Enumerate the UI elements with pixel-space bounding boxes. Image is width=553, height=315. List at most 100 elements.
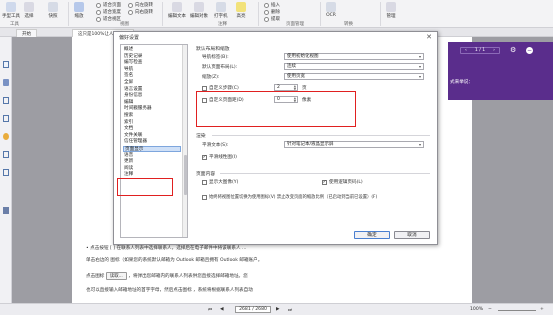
zoom-level[interactable]: 100%	[470, 307, 483, 312]
doc-text-line: 也可以直接输入邮箱地址的首字字母，然后点击图标 ，系统将根据联系人列表自动	[86, 288, 253, 293]
select-tool-label: 选择	[24, 14, 34, 19]
category-item[interactable]: 全屏	[124, 80, 182, 86]
doc-text-line-with-button: 点击图标 读取... ，将弹出您邮箱内的联系人列表供您直接选择邮箱地址。您	[86, 272, 248, 280]
extract-page-option[interactable]: 提取	[264, 16, 280, 22]
gear-icon[interactable]: ⚙	[510, 47, 517, 54]
scrollbar-thumb[interactable]	[183, 155, 188, 195]
default-layout-select[interactable]: 连续 ▾	[284, 63, 424, 70]
security-icon[interactable]	[3, 169, 9, 176]
hand-tool-label: 手型工具	[2, 14, 20, 19]
first-page-icon[interactable]: ⏮	[208, 307, 212, 313]
tab-start[interactable]: 开始	[16, 29, 37, 37]
category-list[interactable]: 概述 历史记录 编写检查 导航 签名 全屏 语言设置 身份信息 编辑 时间戳服务…	[120, 44, 188, 238]
zoom-out-icon[interactable]: −	[488, 307, 492, 312]
cancel-button[interactable]: 取消	[394, 231, 430, 239]
group-label-page-manage: 页面管理	[286, 22, 304, 27]
edit-object-button[interactable]: 编辑对象	[190, 2, 208, 19]
page-number-input[interactable]: 2681 / 2680	[235, 306, 271, 313]
page-navigator[interactable]: ‹ 1 / 1 ›	[460, 47, 500, 54]
zoom-in-icon[interactable]: +	[540, 307, 544, 312]
smooth-text-select[interactable]: 针对笔记本/液晶显示屏 ▾	[284, 141, 424, 148]
read-button[interactable]: 读取...	[105, 272, 127, 280]
zoom-value: 使用页宽	[287, 74, 305, 79]
layers-icon[interactable]	[3, 97, 9, 104]
hand-tool-button[interactable]: 手型工具	[2, 2, 20, 19]
use-logical-page-label: 使用逻辑页码(L)	[329, 180, 363, 185]
rotate-right-option[interactable]: 向右旋转	[128, 9, 153, 15]
tools-icon[interactable]	[3, 207, 9, 214]
ribbon-separator	[380, 2, 381, 26]
fit-visible-option[interactable]: 适合视区	[96, 16, 121, 22]
zoom-select[interactable]: 使用页宽 ▾	[284, 73, 424, 80]
attachment-icon[interactable]	[3, 133, 9, 140]
category-item[interactable]: 文档	[124, 126, 182, 132]
manage-button[interactable]: 管理	[386, 2, 396, 19]
fit-page-option[interactable]: 适合页面	[96, 2, 121, 8]
category-item[interactable]: 历史记录	[124, 54, 182, 60]
checkbox-box[interactable]	[202, 179, 207, 185]
category-item[interactable]: 信任管理器	[124, 139, 182, 145]
panel-text: 式来举说：	[450, 80, 473, 85]
ok-button[interactable]: 确定	[354, 231, 390, 239]
section-title-render: 渲染	[196, 134, 206, 139]
next-page-icon[interactable]: ▶	[276, 307, 280, 312]
prev-page-icon[interactable]: ◀	[220, 307, 224, 312]
signature-icon[interactable]	[3, 151, 9, 158]
smooth-image-checkbox[interactable]: ✓ 平滑线性图(I)	[202, 154, 237, 160]
category-item[interactable]: 签名	[124, 73, 182, 79]
category-item[interactable]: 时间戳服务器	[124, 106, 182, 112]
chevron-down-icon: ▾	[418, 142, 421, 147]
custom-zoom-step-spinner[interactable]: 2 ▲ ▼	[274, 84, 298, 91]
category-item[interactable]: 更新	[124, 159, 182, 165]
doc-text-line: • 点击按钮 [ ] 在联系人列表中选择联系人，选择后在电子邮件中将该联系人 .…	[86, 246, 247, 251]
extract-page-label: 提取	[271, 17, 280, 22]
category-item-selected[interactable]: 页面显示	[123, 146, 181, 153]
category-item[interactable]: 语音	[124, 153, 182, 159]
highlight-button[interactable]: 高亮	[236, 2, 246, 19]
category-item[interactable]: 身份信息	[124, 93, 182, 99]
select-tool-button[interactable]: 选择	[24, 2, 34, 19]
overprint-checkbox[interactable]: 始终将视图位置切换为使用图标(V) 禁止改变页面的缩放比例（已启动到当前已设置）…	[202, 194, 377, 200]
rotate-left-option[interactable]: 向左旋转	[128, 2, 153, 8]
last-page-icon[interactable]: ⏭	[288, 307, 292, 313]
chevron-right-icon[interactable]: ›	[493, 48, 495, 53]
fit-width-option[interactable]: 适合宽度	[96, 9, 121, 15]
zoom-button[interactable]: 缩放	[74, 2, 84, 19]
checkbox-box-checked[interactable]: ✓	[322, 179, 327, 185]
insert-page-option[interactable]: 插入	[264, 2, 280, 8]
category-scrollbar[interactable]	[182, 45, 188, 237]
manage-label: 管理	[386, 14, 396, 19]
category-item[interactable]: 语言设置	[124, 87, 182, 93]
chevron-left-icon[interactable]: ‹	[465, 48, 467, 53]
checkbox-box[interactable]	[202, 85, 207, 91]
ocr-button[interactable]: OCR	[326, 2, 336, 18]
default-layout-label: 默认页面布局(L):	[202, 65, 238, 70]
use-logical-page-checkbox[interactable]: ✓ 使用逻辑页码(L)	[322, 179, 363, 185]
typewriter-button[interactable]: 打字机	[214, 2, 228, 19]
nav-tab-select[interactable]: 使用初始化视图 ▾	[284, 53, 424, 60]
pages-icon[interactable]	[3, 61, 9, 68]
bookmark-icon[interactable]	[3, 79, 9, 86]
snapshot-button[interactable]: 快照	[48, 2, 58, 19]
delete-page-option[interactable]: 删除	[264, 9, 280, 15]
zoom-slider[interactable]	[498, 310, 536, 311]
text-edit-icon	[172, 2, 182, 12]
edit-text-button[interactable]: 编辑文本	[168, 2, 186, 19]
minus-icon[interactable]: −	[526, 47, 533, 54]
smooth-text-label: 平滑文本(S):	[202, 143, 229, 148]
show-large-images-checkbox[interactable]: 显示大图像(Y)	[202, 179, 238, 185]
doc-text-fragment: ，将弹出您邮箱内的联系人列表供您直接选择邮箱地址。您	[128, 274, 248, 279]
comments-icon[interactable]	[3, 115, 9, 122]
category-item[interactable]: 索引	[124, 120, 182, 126]
close-icon[interactable]: ✕	[426, 33, 432, 41]
category-item[interactable]: 概述	[124, 47, 182, 53]
category-item[interactable]: 搜索	[124, 113, 182, 119]
category-item[interactable]: 编写检查	[124, 60, 182, 66]
highlight-label: 高亮	[236, 14, 246, 19]
ribbon-separator	[162, 2, 163, 26]
dialog-title: 偏好设置	[119, 35, 140, 41]
fit-visible-label: 适合视区	[103, 17, 121, 22]
checkbox-box[interactable]	[202, 194, 207, 200]
highlight-annotation-page-display	[117, 178, 173, 196]
checkbox-box-checked[interactable]: ✓	[202, 154, 207, 160]
